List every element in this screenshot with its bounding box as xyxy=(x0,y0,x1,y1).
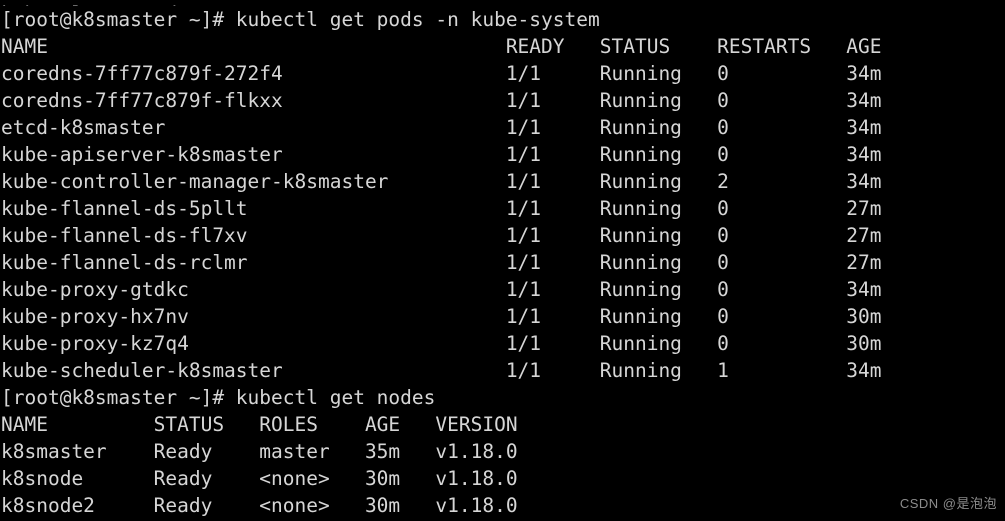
table-row: kube-apiserver-k8smaster 1/1 Running 0 3… xyxy=(1,143,882,166)
table-row: kube-scheduler-k8smaster 1/1 Running 1 3… xyxy=(1,359,882,382)
watermark: CSDN @是泡泡 xyxy=(899,496,997,511)
table-row: k8snode Ready <none> 30m v1.18.0 xyxy=(1,467,518,490)
table-row: k8snode2 Ready <none> 30m v1.18.0 xyxy=(1,494,518,517)
pods-table-header: NAME READY STATUS RESTARTS AGE xyxy=(1,35,882,58)
table-row: kube-proxy-kz7q4 1/1 Running 0 30m xyxy=(1,332,882,355)
table-row: coredns-7ff77c879f-272f4 1/1 Running 0 3… xyxy=(1,62,882,85)
table-row: kube-proxy-hx7nv 1/1 Running 0 30m xyxy=(1,305,882,328)
nodes-table-header: NAME STATUS ROLES AGE VERSION xyxy=(1,413,518,436)
table-row: kube-flannel-ds-fl7xv 1/1 Running 0 27m xyxy=(1,224,882,247)
table-row: kube-controller-manager-k8smaster 1/1 Ru… xyxy=(1,170,882,193)
table-row: kube-flannel-ds-rclmr 1/1 Running 0 27m xyxy=(1,251,882,274)
command-line-get-nodes: [root@k8smaster ~]# kubectl get nodes xyxy=(1,386,436,409)
table-row: k8smaster Ready master 35m v1.18.0 xyxy=(1,440,518,463)
table-row: kube-flannel-ds-5pllt 1/1 Running 0 27m xyxy=(1,197,882,220)
table-row: kube-proxy-gtdkc 1/1 Running 0 34m xyxy=(1,278,882,301)
command-line-get-pods: [root@k8smaster ~]# kubectl get pods -n … xyxy=(1,8,600,31)
table-row: coredns-7ff77c879f-flkxx 1/1 Running 0 3… xyxy=(1,89,882,112)
terminal-screen: kubectl get pods [root@k8smaster ~]# kub… xyxy=(0,0,1005,521)
terminal-window[interactable]: kubectl get pods [root@k8smaster ~]# kub… xyxy=(0,0,1005,521)
table-row: etcd-k8smaster 1/1 Running 0 34m xyxy=(1,116,882,139)
